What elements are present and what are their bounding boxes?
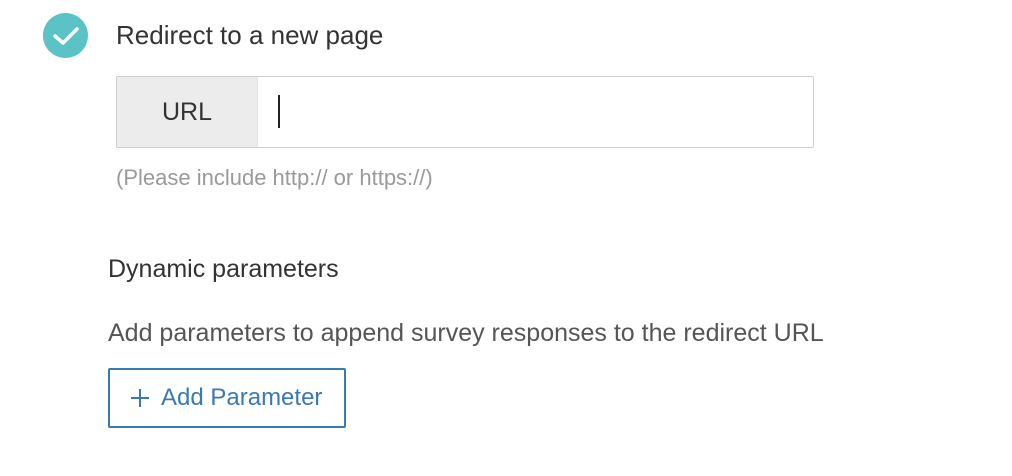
url-input-group: URL bbox=[116, 76, 814, 148]
plus-icon bbox=[131, 389, 149, 407]
url-input[interactable] bbox=[258, 77, 813, 147]
add-parameter-button[interactable]: Add Parameter bbox=[108, 368, 346, 428]
add-parameter-label: Add Parameter bbox=[161, 384, 323, 411]
redirect-option-label[interactable]: Redirect to a new page bbox=[116, 18, 383, 52]
text-caret bbox=[278, 95, 280, 128]
dynamic-parameters-description: Add parameters to append survey response… bbox=[108, 319, 824, 347]
dynamic-parameters-title: Dynamic parameters bbox=[108, 255, 339, 283]
redirect-option-selected-radio[interactable] bbox=[43, 13, 88, 58]
checkmark-icon bbox=[52, 26, 79, 45]
url-addon-label: URL bbox=[117, 77, 258, 147]
url-hint-text: (Please include http:// or https://) bbox=[116, 165, 433, 190]
